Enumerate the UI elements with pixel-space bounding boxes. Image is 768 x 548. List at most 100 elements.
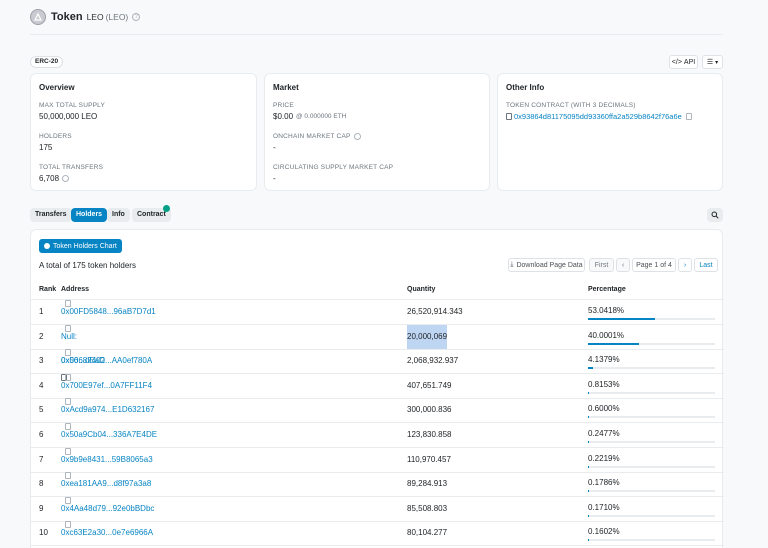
- copy-icon[interactable]: [65, 398, 71, 406]
- copy-icon[interactable]: [65, 349, 71, 357]
- total-holders-text: A total of 175 token holders: [39, 261, 136, 270]
- rank-cell: 6: [39, 430, 44, 439]
- percentage-bar-fill: [588, 342, 639, 345]
- holder-address-link[interactable]: 0x4Aa48d79...92e0bBDbc: [61, 497, 154, 521]
- percentage-bar: [588, 465, 715, 468]
- table-row: 5 0xAcd9a974...E1D632167 300,000.836 0.6000…: [31, 398, 724, 424]
- info-icon[interactable]: [62, 175, 70, 182]
- copy-icon[interactable]: [685, 113, 692, 120]
- table-row: 10 0xc63E2a30...0e7e6966A 80,104.277 0.1602…: [31, 521, 724, 547]
- pager-prev[interactable]: ‹: [616, 258, 630, 272]
- holder-address-link[interactable]: 0x56687402...AA0ef780A: [61, 349, 152, 373]
- quantity-value: 110,970.457: [407, 454, 451, 464]
- pager-next[interactable]: ›: [678, 258, 692, 272]
- pie-chart-icon: [44, 243, 50, 249]
- list-icon: ☰: [706, 59, 714, 66]
- price-eth: @ 0.000000 ETH: [296, 113, 347, 120]
- holders-panel: Token Holders Chart A total of 175 token…: [30, 229, 724, 548]
- search-icon: [711, 211, 719, 219]
- percentage-bar-fill: [588, 441, 589, 443]
- rank-cell: 3: [39, 356, 44, 366]
- table-row: 7 0x9b9e8431...59B8065a3 110,970.457 0.2219…: [31, 447, 724, 473]
- other-info-title: Other Info: [506, 83, 545, 92]
- holder-address-link[interactable]: 0xAcd9a974...E1D632167: [61, 398, 154, 422]
- transfers-label: TOTAL TRANSFERS: [39, 164, 104, 171]
- holder-address-link[interactable]: 0x700E97ef...0A7FF11F4: [61, 374, 152, 398]
- price-value: $0.00: [273, 112, 294, 121]
- pager-first[interactable]: First: [589, 258, 614, 272]
- download-icon: ⤓: [510, 261, 514, 268]
- percentage-bar-fill: [588, 539, 589, 542]
- pager-last[interactable]: Last: [694, 258, 718, 272]
- holders-chart-label: Token Holders Chart: [53, 242, 117, 250]
- onchain-cap-value: -: [273, 143, 276, 152]
- quantity-value: 20,000,069: [407, 324, 448, 349]
- percentage-bar-fill: [588, 416, 589, 419]
- chevron-down-icon: ▾: [715, 59, 719, 66]
- percentage-bar-fill: [588, 391, 590, 394]
- copy-icon[interactable]: [65, 447, 71, 455]
- price-label: PRICE: [273, 102, 294, 109]
- holder-address-link[interactable]: 0x00FD5848...96aB7D7d1: [61, 300, 156, 324]
- copy-icon[interactable]: [65, 300, 71, 307]
- quantity-value: 85,508.803: [407, 503, 448, 513]
- onchain-cap-label: ONCHAIN MARKET CAP: [273, 133, 351, 140]
- help-icon[interactable]: [353, 133, 361, 140]
- copy-icon[interactable]: [65, 472, 71, 480]
- contract-link[interactable]: 0x93864d81175095dd93360ffa2a529b8642f76a…: [514, 112, 682, 121]
- circ-cap-value: -: [273, 174, 276, 183]
- table-row: 4 0x700E97ef...0A7FF11F4 407,651.749 0.8153…: [31, 373, 724, 399]
- quantity-value: 2,068,932.937: [407, 356, 459, 366]
- tab-holders[interactable]: Holders: [71, 208, 108, 222]
- percentage-bar: [588, 391, 715, 394]
- api-button[interactable]: </> API: [669, 55, 698, 69]
- market-title: Market: [273, 83, 299, 92]
- percentage-bar: [588, 367, 715, 370]
- more-options-button[interactable]: ☰ ▾: [702, 55, 723, 69]
- tab-info[interactable]: Info: [107, 208, 130, 222]
- table-row: 6 0x50a9Cb04...336A7E4DE 123,830.858 0.2477…: [31, 423, 724, 448]
- table-row: 1 0x00FD5848...96aB7D7d1 26,520,914.343 53.…: [31, 300, 724, 325]
- tab-transfers[interactable]: Transfers: [30, 208, 72, 222]
- quantity-value: 26,520,914.343: [407, 307, 463, 316]
- table-header: Rank Address Quantity Percentage: [31, 280, 724, 300]
- percentage-bar: [588, 441, 715, 443]
- quantity-value: 80,104.277: [407, 528, 448, 538]
- api-label: API: [683, 58, 696, 66]
- token-name: LEO: [86, 12, 104, 22]
- rank-cell: 7: [39, 454, 44, 464]
- search-button[interactable]: [707, 208, 723, 222]
- page-title: Token: [51, 11, 83, 23]
- col-address: Address: [61, 286, 90, 293]
- quantity-value: 89,284.913: [407, 479, 448, 489]
- rank-cell: 8: [39, 479, 44, 489]
- table-row: 8 0xea181AA9...d8f97a3a8 89,284.913 0.1786%: [31, 472, 724, 498]
- holder-address-link[interactable]: 0xea181AA9...d8f97a3a8: [61, 472, 151, 496]
- copy-icon[interactable]: [65, 423, 71, 430]
- rank-cell: 5: [39, 405, 44, 415]
- copy-icon[interactable]: [65, 324, 71, 332]
- rank-cell: 2: [39, 331, 44, 341]
- quantity-value: 407,651.749: [407, 380, 452, 390]
- download-button[interactable]: ⤓ Download Page Data: [508, 258, 585, 272]
- holders-chart-button[interactable]: Token Holders Chart: [39, 239, 122, 253]
- help-icon[interactable]: ?: [132, 13, 141, 21]
- holder-address-link[interactable]: 0x9b9e8431...59B8065a3: [61, 448, 153, 472]
- contract-row: 0x93864d81175095dd93360ffa2a529b8642f76a…: [506, 112, 714, 121]
- percentage-bar: [588, 514, 715, 517]
- max-supply-value: 50,000,000 LEO: [39, 112, 98, 121]
- copy-icon[interactable]: [65, 496, 71, 504]
- rank-cell: 10: [39, 528, 48, 538]
- quantity-value: 300,000.836: [407, 405, 452, 415]
- copy-icon[interactable]: [65, 373, 71, 381]
- other-info-card: Other Info TOKEN CONTRACT (WITH 3 DECIMA…: [497, 73, 723, 191]
- percentage-bar: [588, 539, 715, 542]
- holder-address-link[interactable]: 0x50a9Cb04...336A7E4DE: [61, 423, 157, 447]
- table-row: 9 0x4Aa48d79...92e0bBDbc 85,508.803 0.1710%: [31, 496, 724, 522]
- token-standard-badge: ERC-20: [30, 56, 64, 68]
- transfers-value: 6,708: [39, 174, 60, 183]
- contract-icon: [506, 113, 512, 120]
- transfers-row: 6,708: [39, 174, 248, 183]
- holder-address-link[interactable]: 0xc63E2a30...0e7e6966A: [61, 521, 153, 545]
- copy-icon[interactable]: [65, 521, 71, 529]
